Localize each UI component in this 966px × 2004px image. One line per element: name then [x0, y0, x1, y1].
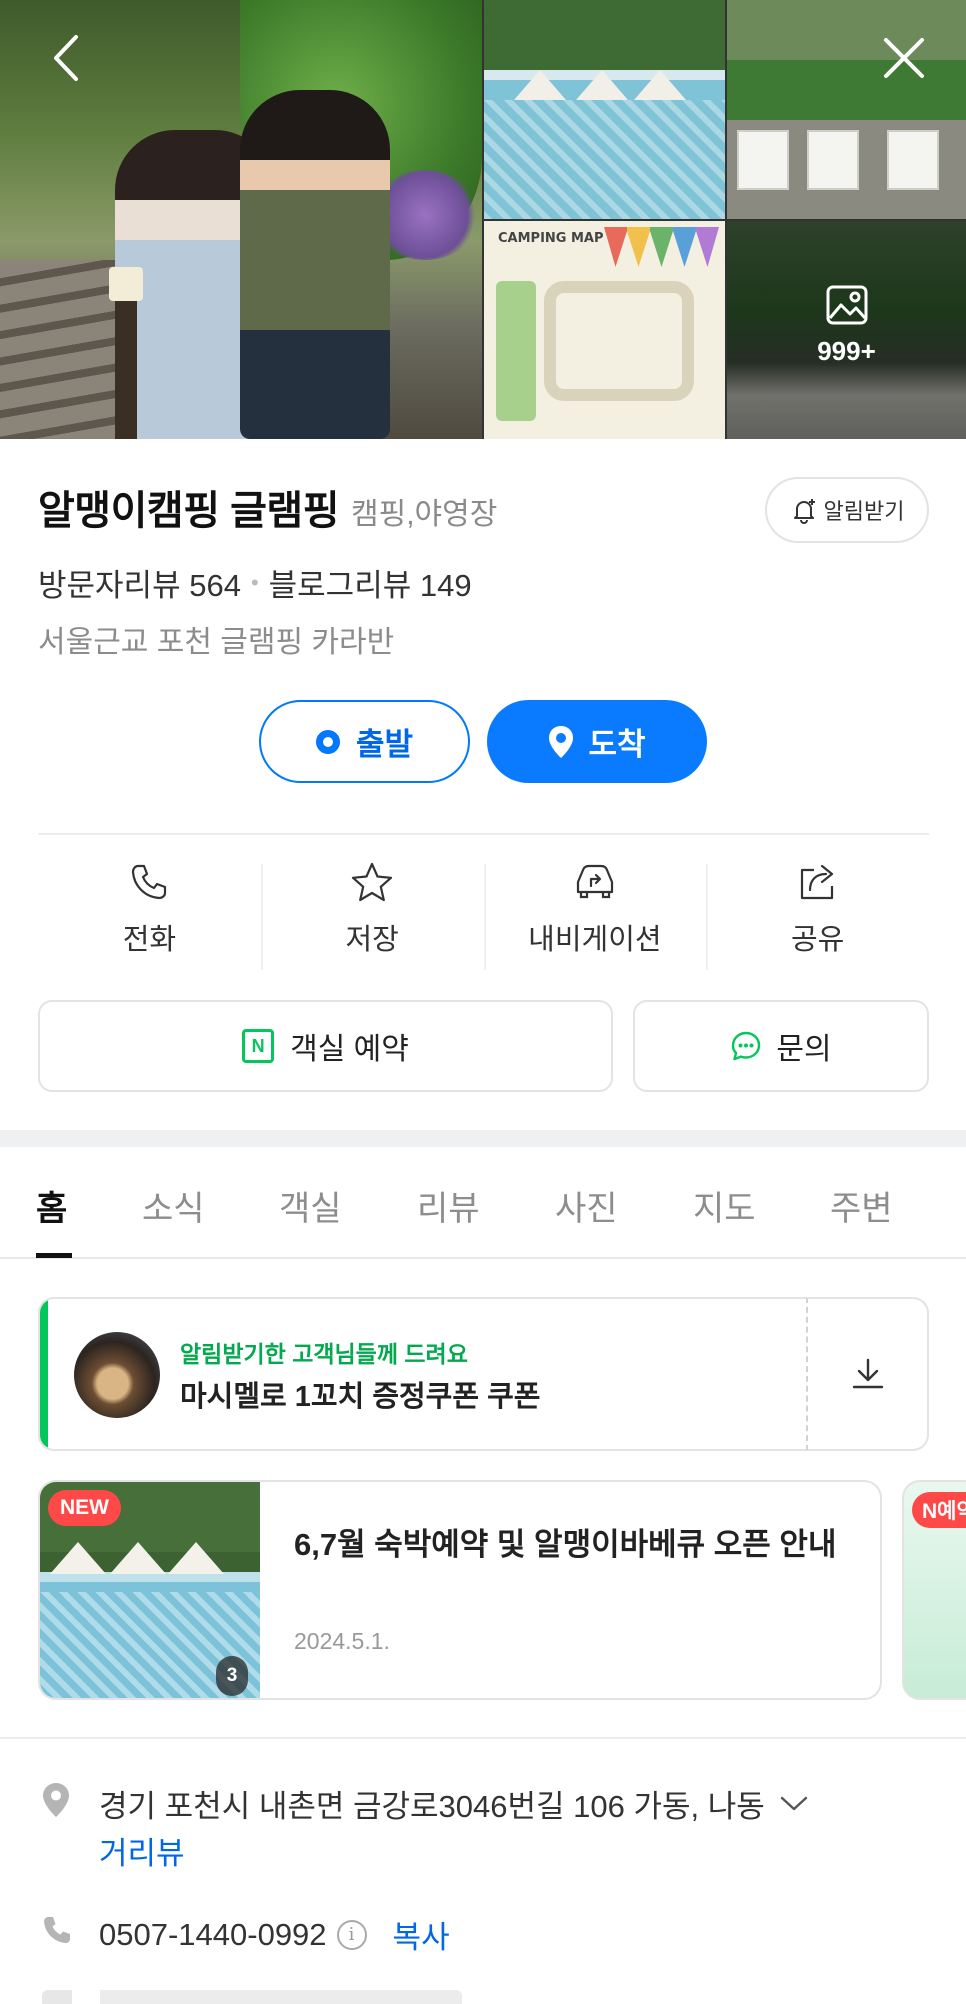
tab-rooms[interactable]: 객실 — [279, 1181, 342, 1230]
phone-number[interactable]: 0507-1440-0992 — [99, 1917, 327, 1953]
phone-icon — [44, 1917, 70, 1943]
tab-map[interactable]: 지도 — [693, 1181, 756, 1230]
divider — [0, 1737, 966, 1739]
location-pin-icon — [43, 1783, 69, 1817]
notify-label: 알림받기 — [823, 499, 905, 524]
info-icon[interactable]: i — [336, 1919, 367, 1950]
call-action[interactable]: 전화 — [38, 850, 261, 980]
back-button[interactable] — [36, 28, 96, 88]
location-pin-icon — [549, 725, 574, 758]
phone-icon — [132, 864, 167, 900]
route-start-button[interactable]: 출발 — [259, 700, 470, 783]
news-card[interactable]: NEW 3 6,7월 숙박예약 및 알맹이바베큐 오픈 안내 2024.5.1. — [38, 1480, 882, 1700]
address-text: 경기 포천시 내촌면 금강로3046번길 106 가동, 나동 — [99, 1789, 765, 1824]
review-summary: 방문자리뷰 564 • 블로그리뷰 149 — [38, 560, 472, 605]
share-label: 공유 — [790, 924, 845, 956]
tab-reviews[interactable]: 리뷰 — [417, 1181, 480, 1230]
photo-gallery[interactable]: CAMPING MAP 999+ — [0, 0, 966, 439]
navigation-action[interactable]: 내비게이션 — [483, 850, 707, 980]
visitor-reviews-link[interactable]: 방문자리뷰 564 — [38, 560, 241, 605]
place-name: 알맹이캠핑 글램핑 — [38, 489, 340, 533]
close-icon — [884, 38, 924, 78]
separator-dot: • — [250, 569, 259, 595]
tab-photos[interactable]: 사진 — [555, 1181, 618, 1230]
bell-icon — [793, 499, 815, 524]
next-news-card[interactable]: N예약 — [902, 1480, 966, 1700]
title-row: 알맹이캠핑 글램핑 캠핑,야영장 — [38, 478, 497, 536]
chat-bubble-icon — [732, 1031, 761, 1061]
route-start-label: 출발 — [355, 727, 414, 762]
navigation-label: 내비게이션 — [528, 924, 662, 956]
camping-map-photo[interactable]: CAMPING MAP — [484, 221, 725, 439]
call-label: 전화 — [122, 924, 177, 956]
news-date: 2024.5.1. — [294, 1628, 390, 1654]
tab-news[interactable]: 소식 — [142, 1181, 205, 1230]
new-badge: NEW — [48, 1490, 121, 1526]
address[interactable]: 경기 포천시 내촌면 금강로3046번길 106 가동, 나동 — [99, 1781, 809, 1826]
action-bar: 전화 저장 내비게이션 공유 — [38, 850, 929, 980]
notify-button[interactable]: 알림받기 — [765, 477, 929, 543]
next-info-row-partial — [42, 1990, 462, 2004]
blog-reviews-link[interactable]: 블로그리뷰 149 — [269, 560, 472, 605]
room-reservation-button[interactable]: N 객실 예약 — [38, 1000, 613, 1092]
room-reservation-label: 객실 예약 — [290, 1033, 409, 1066]
coupon-thumbnail — [74, 1332, 160, 1418]
star-icon — [352, 862, 393, 902]
place-category: 캠핑,야영장 — [351, 498, 498, 531]
tab-bar: 홈 소식 객실 리뷰 사진 지도 주변 — [0, 1147, 966, 1259]
route-destination-label: 도착 — [588, 727, 646, 762]
inquiry-label: 문의 — [776, 1033, 832, 1066]
coupon-title: 마시멜로 1꼬치 증정쿠폰 쿠폰 — [180, 1381, 541, 1413]
divider — [38, 833, 929, 835]
tab-nearby[interactable]: 주변 — [830, 1181, 893, 1230]
download-icon — [852, 1358, 883, 1389]
start-circle-icon — [315, 729, 340, 754]
save-label: 저장 — [345, 924, 399, 956]
coupon-hint: 알림받기한 고객님들께 드려요 — [180, 1341, 468, 1367]
chevron-down-icon[interactable] — [779, 1795, 809, 1813]
naver-booking-icon: N — [242, 1029, 275, 1063]
tab-home[interactable]: 홈 — [36, 1181, 67, 1230]
reservation-badge: N예약 — [912, 1492, 966, 1528]
chevron-left-icon — [54, 35, 78, 81]
inquiry-button[interactable]: 문의 — [633, 1000, 929, 1092]
share-icon — [800, 864, 833, 900]
place-description: 서울근교 포천 글램핑 카라반 — [38, 626, 395, 659]
coupon-card[interactable]: 알림받기한 고객님들께 드려요 마시멜로 1꼬치 증정쿠폰 쿠폰 — [38, 1297, 929, 1451]
pool-photo[interactable] — [484, 0, 725, 219]
save-action[interactable]: 저장 — [260, 850, 484, 980]
camping-map-label: CAMPING MAP — [498, 231, 604, 246]
section-gap — [0, 1130, 966, 1147]
coupon-body[interactable]: 알림받기한 고객님들께 드려요 마시멜로 1꼬치 증정쿠폰 쿠폰 — [38, 1297, 806, 1451]
car-icon — [576, 864, 613, 899]
phone-row: 0507-1440-0992 i 복사 — [99, 1912, 450, 1957]
active-tab-indicator — [36, 1253, 72, 1258]
street-view-link[interactable]: 거리뷰 — [99, 1828, 185, 1873]
share-action[interactable]: 공유 — [706, 850, 929, 980]
more-photos-count: 999+ — [817, 336, 876, 366]
close-button[interactable] — [874, 28, 934, 88]
news-title: 6,7월 숙박예약 및 알맹이바베큐 오픈 안내 — [294, 1527, 837, 1562]
copy-button[interactable]: 복사 — [393, 1912, 450, 1957]
photo-count-badge: 3 — [216, 1656, 248, 1696]
coupon-download-button[interactable] — [806, 1297, 929, 1451]
route-destination-button[interactable]: 도착 — [487, 700, 707, 783]
